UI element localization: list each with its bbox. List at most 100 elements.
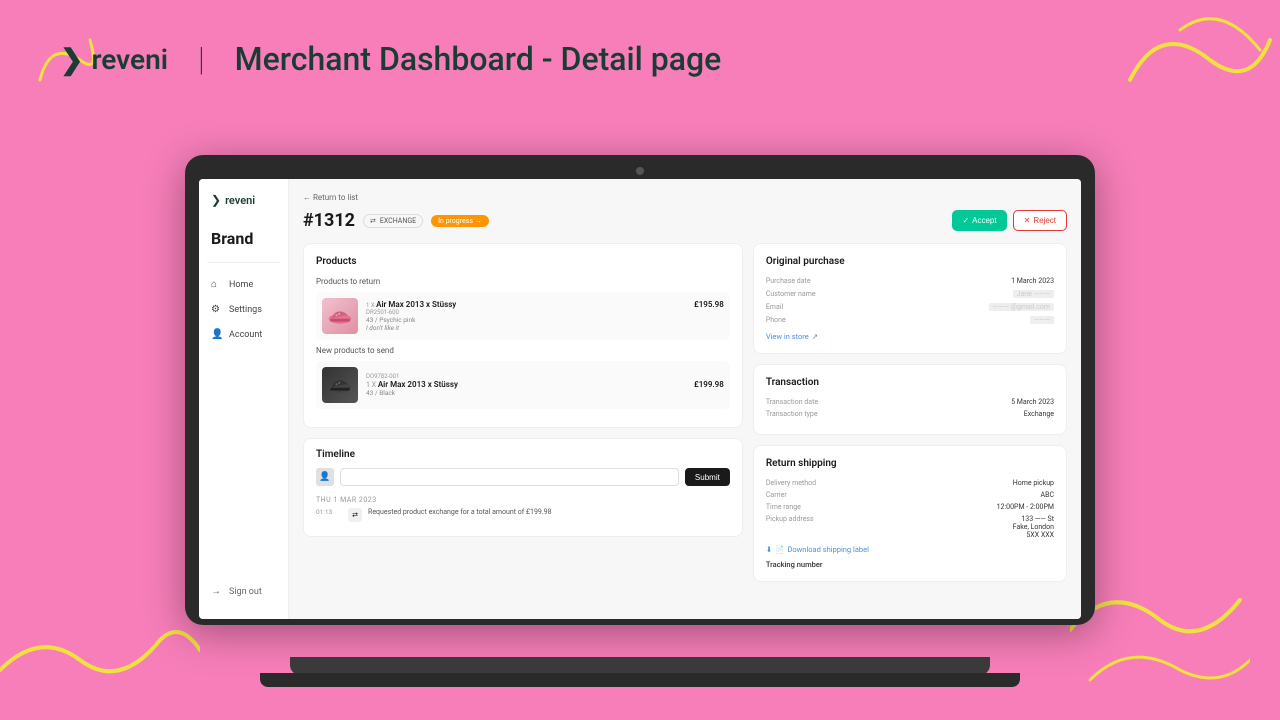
return-product-sku: 1 X Air Max 2013 x Stüssy <box>366 300 456 309</box>
timeline-date: THU 1 MAR 2023 <box>316 496 730 504</box>
exchange-label: EXCHANGE <box>380 217 416 225</box>
logo-icon: ❯ <box>60 43 83 76</box>
send-qty: 1 X <box>366 381 376 389</box>
account-icon: 👤 <box>211 329 223 340</box>
right-column: Original purchase Purchase date 1 March … <box>753 243 1067 582</box>
exchange-badge: ⇄ EXCHANGE <box>363 214 423 228</box>
timeline-title: Timeline <box>316 449 730 460</box>
two-column-layout: Products Products to return <box>303 243 1067 582</box>
email-row: Email ——— @gmail.com <box>766 303 1054 311</box>
document-icon: 📄 <box>775 545 784 554</box>
send-product-item: DO9782-001 1 X Air Max 2013 x Stüssy £19… <box>316 361 730 409</box>
phone-row: Phone ——— <box>766 316 1054 324</box>
accept-icon: ✓ <box>962 216 969 225</box>
sidebar-item-home[interactable]: ⌂ Home <box>207 273 280 296</box>
delivery-method-value: Home pickup <box>1013 479 1054 487</box>
carrier-row: Carrier ABC <box>766 491 1054 499</box>
send-product-price: £199.98 <box>694 380 724 389</box>
signout-icon: → <box>211 586 223 597</box>
left-column: Products Products to return <box>303 243 743 582</box>
address-value: 133 —— St Fake, London 5XX XXX <box>1013 515 1054 539</box>
submit-button[interactable]: Submit <box>685 468 730 486</box>
logo-text: reveni <box>91 43 168 76</box>
settings-icon: ⚙ <box>211 304 223 315</box>
sidebar-item-signout-label: Sign out <box>229 587 262 597</box>
sidebar-logo-icon: ❯ <box>211 193 221 207</box>
external-link-icon: ↗ <box>812 332 818 341</box>
timeline-input-row: 👤 Submit <box>316 468 730 486</box>
transaction-type-label: Transaction type <box>766 410 818 418</box>
exchange-event-icon: ⇄ <box>352 511 358 519</box>
title-row: #1312 ⇄ EXCHANGE In progress → ✓ Accept <box>303 210 1067 231</box>
accept-button[interactable]: ✓ Accept <box>952 210 1006 231</box>
timeline-input[interactable] <box>340 468 679 486</box>
send-product-info: DO9782-001 1 X Air Max 2013 x Stüssy £19… <box>366 373 724 397</box>
transaction-type-row: Transaction type Exchange <box>766 410 1054 418</box>
purchase-date-row: Purchase date 1 March 2023 <box>766 277 1054 285</box>
laptop-bottom <box>260 673 1020 687</box>
return-shipping-card: Return shipping Delivery method Home pic… <box>753 445 1067 582</box>
shoe-svg-black <box>326 375 354 395</box>
sidebar-brand: Brand <box>207 223 280 263</box>
customer-name-label: Customer name <box>766 290 816 298</box>
delivery-method-row: Delivery method Home pickup <box>766 479 1054 487</box>
reject-icon: ✕ <box>1024 216 1031 225</box>
email-label: Email <box>766 303 783 311</box>
page-header: ❯ reveni | Merchant Dashboard - Detail p… <box>60 40 721 78</box>
laptop-container: ❯ reveni Brand ⌂ Home ⚙ Settings 👤 Accou… <box>185 155 1095 675</box>
sidebar-logo-text: reveni <box>225 194 255 207</box>
purchase-date-value: 1 March 2023 <box>1011 277 1054 285</box>
sidebar-item-home-label: Home <box>229 280 253 290</box>
phone-value: ——— <box>1030 316 1054 324</box>
time-row: Time range 12:00PM - 2:00PM <box>766 503 1054 511</box>
address-line1: 133 —— St <box>1013 515 1054 523</box>
delivery-method-label: Delivery method <box>766 479 816 487</box>
original-purchase-card: Original purchase Purchase date 1 March … <box>753 243 1067 354</box>
dashboard-screen: ❯ reveni Brand ⌂ Home ⚙ Settings 👤 Accou… <box>199 179 1081 619</box>
carrier-label: Carrier <box>766 491 787 499</box>
send-product-meta: 43 / Black <box>366 389 724 397</box>
order-number: #1312 <box>303 210 355 231</box>
phone-label: Phone <box>766 316 786 324</box>
address-label: Pickup address <box>766 515 814 539</box>
customer-name-row: Customer name Jane ——— <box>766 290 1054 298</box>
shoe-svg-pink <box>326 306 354 326</box>
transaction-title: Transaction <box>766 377 1054 388</box>
return-product-name: Air Max 2013 x Stüssy <box>376 300 456 309</box>
send-product-image <box>322 367 358 403</box>
send-product-name: Air Max 2013 x Stüssy <box>378 380 458 389</box>
return-product-reason: I don't like it <box>366 324 724 332</box>
submit-label: Submit <box>695 473 720 482</box>
download-icon: ⬇ <box>766 545 772 554</box>
exchange-icon: ⇄ <box>370 217 376 225</box>
sidebar-item-signout[interactable]: → Sign out <box>207 580 280 603</box>
reject-label: Reject <box>1033 216 1056 225</box>
timeline-event: 01:13 ⇄ Requested product exchange for a… <box>316 508 730 522</box>
original-purchase-title: Original purchase <box>766 256 1054 267</box>
sidebar-item-settings-label: Settings <box>229 305 262 315</box>
return-shipping-title: Return shipping <box>766 458 1054 469</box>
products-card: Products Products to return <box>303 243 743 428</box>
return-product-info: 1 X Air Max 2013 x Stüssy DR2501-600 £19… <box>366 300 724 332</box>
download-label: Download shipping label <box>787 545 868 554</box>
return-product-price: £195.98 <box>694 300 724 309</box>
reject-button[interactable]: ✕ Reject <box>1013 210 1067 231</box>
breadcrumb[interactable]: ← Return to list <box>303 193 1067 202</box>
title-actions: ✓ Accept ✕ Reject <box>952 210 1067 231</box>
download-shipping-link[interactable]: ⬇ 📄 Download shipping label <box>766 545 1054 554</box>
return-product-meta: 43 / Psychic pink <box>366 316 724 324</box>
return-label: Products to return <box>316 277 730 286</box>
view-in-store-link[interactable]: View in store ↗ <box>766 332 1054 341</box>
header-title: Merchant Dashboard - Detail page <box>235 40 722 78</box>
send-product-sku-code: DO9782-001 <box>366 373 724 380</box>
time-value: 12:00PM - 2:00PM <box>997 503 1054 511</box>
sidebar-item-settings[interactable]: ⚙ Settings <box>207 298 280 321</box>
send-label: New products to send <box>316 346 730 355</box>
sidebar-item-account[interactable]: 👤 Account <box>207 323 280 346</box>
sidebar-item-account-label: Account <box>229 330 262 340</box>
transaction-date-label: Transaction date <box>766 398 818 406</box>
sidebar-logo: ❯ reveni <box>207 193 280 207</box>
transaction-date-value: 5 March 2023 <box>1011 398 1054 406</box>
customer-name-value: Jane ——— <box>1013 290 1054 298</box>
address-line3: 5XX XXX <box>1013 531 1054 539</box>
